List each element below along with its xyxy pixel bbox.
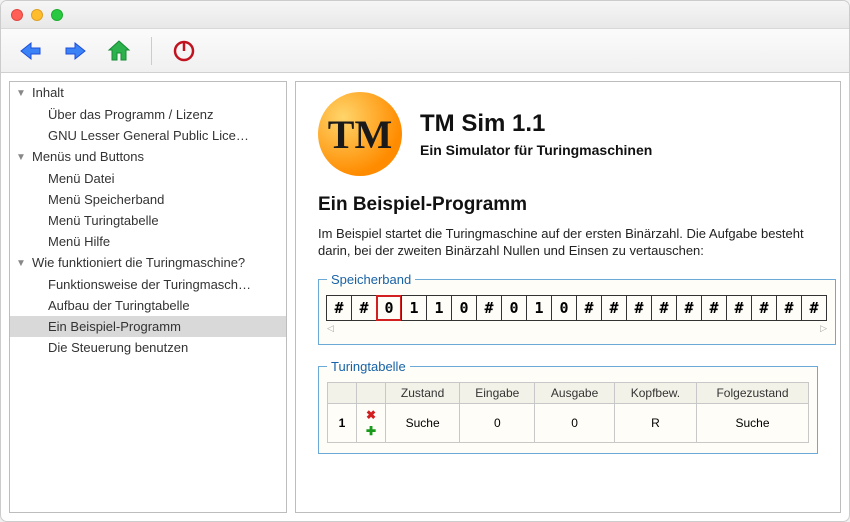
titlebar [1,1,849,29]
close-window-button[interactable] [11,9,23,21]
table-header: Ausgabe [535,382,615,403]
tree-item-label: Die Steuerung benutzen [48,340,188,355]
table-header: Kopfbew. [614,382,696,403]
tape-panel: Speicherband ##0110#010########## ◁ ▷ [318,272,836,345]
tape-cell[interactable]: # [751,295,777,321]
tape-scroll-right[interactable]: ▷ [820,323,827,334]
tree-item-label: Menü Hilfe [48,234,110,249]
tape-cell[interactable]: # [801,295,827,321]
tree-item-label: GNU Lesser General Public Lice… [48,128,249,143]
page-heading: Ein Beispiel-Programm [318,194,818,216]
page-description: Im Beispiel startet die Turingmaschine a… [318,226,818,260]
app-logo: TM [318,92,402,176]
expander-icon[interactable]: ▼ [16,85,26,102]
content-pane: TM TM Sim 1.1 Ein Simulator für Turingma… [295,81,841,513]
tape-cell[interactable]: # [776,295,802,321]
tape-cell[interactable]: # [576,295,602,321]
tree-item[interactable]: ▼ Inhalt [10,82,286,104]
tree-item[interactable]: ▼ Wie funktioniert die Turingmaschine? [10,252,286,274]
back-button[interactable] [17,37,45,65]
forward-button[interactable] [61,37,89,65]
tape-cell[interactable]: # [676,295,702,321]
tree-item-label: Menü Turingtabelle [48,213,159,228]
tape-cell[interactable]: # [626,295,652,321]
tree-item[interactable]: Menü Turingtabelle [10,210,286,231]
table-cell[interactable]: Suche [696,403,808,442]
tree-item-label: Inhalt [32,85,64,100]
home-button[interactable] [105,37,133,65]
table-cell[interactable]: Suche [386,403,460,442]
tape-cell[interactable]: 1 [401,295,427,321]
tree-item-label: Menü Datei [48,171,114,186]
table-panel: Turingtabelle ZustandEingabeAusgabeKopfb… [318,359,818,454]
delete-row-button[interactable]: ✖ [363,407,379,423]
content-header: TM TM Sim 1.1 Ein Simulator für Turingma… [318,92,818,176]
table-header: Folgezustand [696,382,808,403]
tape-cell[interactable]: 0 [376,295,402,321]
expander-icon[interactable]: ▼ [16,149,26,166]
row-number: 1 [334,415,350,431]
turing-table: ZustandEingabeAusgabeKopfbew.Folgezustan… [327,382,809,443]
tape-cell[interactable]: 1 [526,295,552,321]
zoom-window-button[interactable] [51,9,63,21]
tree-item[interactable]: Menü Speicherband [10,189,286,210]
table-header [357,382,386,403]
table-legend: Turingtabelle [327,359,410,374]
tape-cell[interactable]: 1 [426,295,452,321]
table-header: Eingabe [460,382,535,403]
tree-item[interactable]: Ein Beispiel-Programm [10,316,286,337]
tape-cell[interactable]: # [601,295,627,321]
add-row-button[interactable]: ✚ [363,423,379,439]
toolbar-separator [151,37,152,65]
tree-item-label: Ein Beispiel-Programm [48,319,181,334]
expander-icon[interactable]: ▼ [16,255,26,272]
tape-cell[interactable]: # [476,295,502,321]
tree-item[interactable]: Aufbau der Turingtabelle [10,295,286,316]
tape-cell[interactable]: 0 [451,295,477,321]
tree-item[interactable]: Die Steuerung benutzen [10,337,286,358]
app-window: ▼ Inhalt Über das Programm / Lizenz GNU Les… [0,0,850,522]
power-button[interactable] [170,37,198,65]
tree-item[interactable]: Menü Datei [10,168,286,189]
tree-item[interactable]: GNU Lesser General Public Lice… [10,125,286,146]
table-cell[interactable]: 0 [460,403,535,442]
tape-cell[interactable]: # [651,295,677,321]
tape-cell[interactable]: # [701,295,727,321]
app-title: TM Sim 1.1 [420,110,652,138]
tape-cell[interactable]: 0 [551,295,577,321]
tape-cell[interactable]: 0 [501,295,527,321]
tape-cell[interactable]: # [351,295,377,321]
tape-legend: Speicherband [327,272,415,287]
table-cell[interactable]: R [614,403,696,442]
tape-cell[interactable]: # [326,295,352,321]
tree-item-label: Über das Programm / Lizenz [48,107,213,122]
tree-item-label: Funktionsweise der Turingmasch… [48,277,251,292]
table-header [328,382,357,403]
table-header: Zustand [386,382,460,403]
table-row: 1✖ ✚Suche00RSuche [328,403,809,442]
tree-item-label: Aufbau der Turingtabelle [48,298,190,313]
tape-scroll-left[interactable]: ◁ [327,323,334,334]
tape-cell[interactable]: # [726,295,752,321]
table-cell[interactable]: 0 [535,403,615,442]
tape: ##0110#010########## [327,295,827,321]
tree-item-label: Wie funktioniert die Turingmaschine? [32,255,245,270]
tree-item[interactable]: Funktionsweise der Turingmasch… [10,274,286,295]
toolbar [1,29,849,73]
tree-item[interactable]: Über das Programm / Lizenz [10,104,286,125]
tree-item[interactable]: Menü Hilfe [10,231,286,252]
nav-tree[interactable]: ▼ Inhalt Über das Programm / Lizenz GNU Les… [9,81,287,513]
minimize-window-button[interactable] [31,9,43,21]
app-subtitle: Ein Simulator für Turingmaschinen [420,142,652,158]
tree-item[interactable]: ▼ Menüs und Buttons [10,146,286,168]
tree-item-label: Menü Speicherband [48,192,164,207]
tree-item-label: Menüs und Buttons [32,149,144,164]
